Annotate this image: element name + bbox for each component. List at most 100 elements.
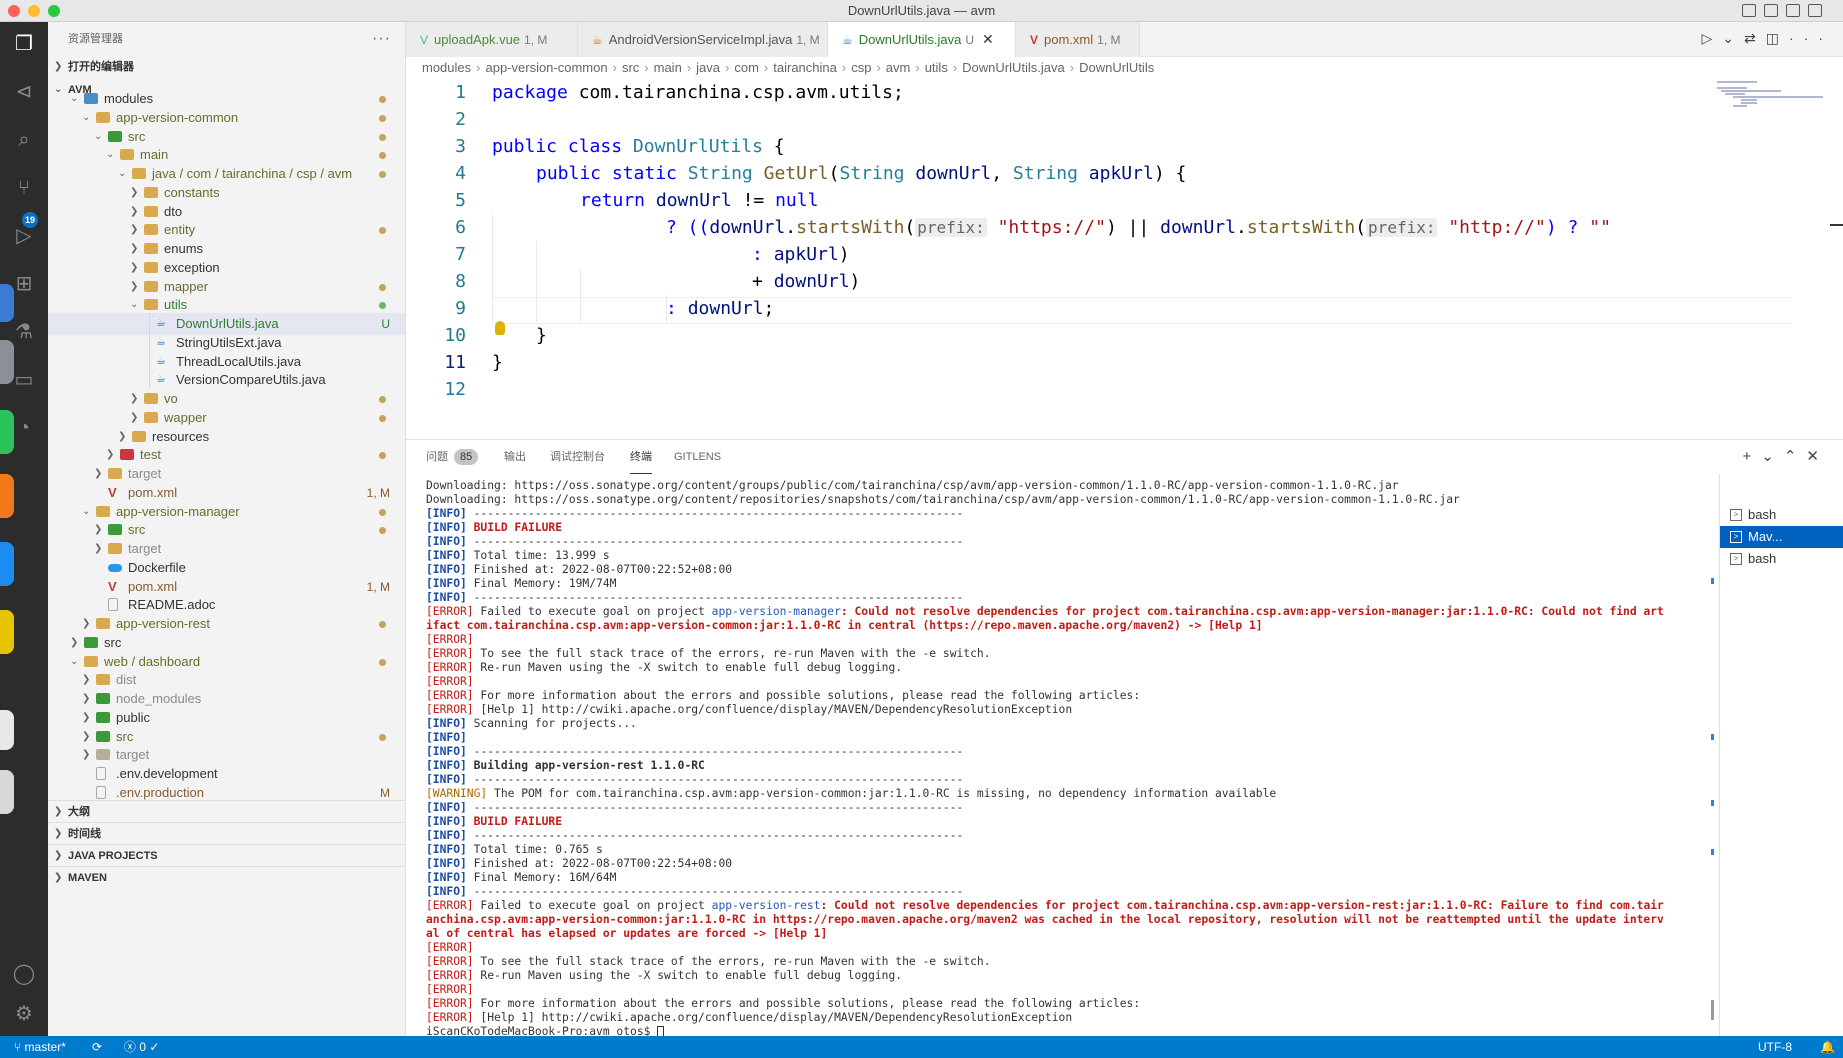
maximize-panel-icon[interactable]: ⌃: [1784, 448, 1807, 465]
folder-icon: [108, 543, 122, 554]
breadcrumb-item[interactable]: utils: [925, 60, 948, 75]
terminal-line: [INFO] Total time: 13.999 s: [426, 549, 1706, 563]
inlay-hint: prefix:: [1366, 218, 1438, 237]
compare-icon[interactable]: ⇄: [1744, 30, 1766, 46]
more-actions-icon[interactable]: ···: [1789, 30, 1833, 46]
code-editor[interactable]: 1 package com.tairanchina.csp.avm.utils; …: [406, 79, 1843, 439]
breadcrumb-item[interactable]: modules: [422, 60, 471, 75]
terminal-line: ifact com.tairanchina.csp.avm:app-versio…: [426, 619, 1706, 633]
search-icon[interactable]: ⌕: [12, 128, 36, 152]
source-control-icon[interactable]: ⑂: [12, 176, 36, 200]
tab-terminal[interactable]: 终端: [630, 440, 652, 474]
tab-debug-console[interactable]: 调试控制台: [550, 440, 605, 474]
vscode-icon[interactable]: ⊲: [12, 80, 36, 104]
log-level-tag: [INFO]: [426, 871, 467, 884]
bottom-panel: 问题 85 输出 调试控制台 终端 GITLENS +⌄⌃✕ Downloadin…: [406, 439, 1843, 1037]
terminal-line-text: The POM for com.tairanchina.csp.avm:app-…: [487, 787, 1277, 800]
breadcrumb-item[interactable]: src: [622, 60, 639, 75]
run-icon[interactable]: ▷⌄: [1702, 30, 1745, 46]
line-number: 6: [455, 217, 466, 238]
terminal-line: [ERROR] [Help 1] http://cwiki.apache.org…: [426, 1011, 1706, 1025]
breadcrumb: modules › app-version-common › src › main › java…: [406, 57, 1843, 79]
file-icon: [108, 598, 118, 612]
terminal-item-bash[interactable]: > bash: [1720, 504, 1843, 526]
terminal-line: [ERROR] Re-run Maven using the -X switch…: [426, 969, 1706, 983]
chevron-right-icon: ❯: [54, 872, 63, 883]
folder-icon: [144, 243, 158, 254]
close-tab-icon[interactable]: ✕: [982, 31, 994, 47]
settings-gear-icon[interactable]: ⚙: [12, 1002, 36, 1026]
new-terminal-icon[interactable]: +⌄: [1743, 448, 1784, 465]
breadcrumb-item[interactable]: csp: [851, 60, 871, 75]
terminal-line-text: Building app-version-rest 1.1.0-RC: [466, 759, 705, 772]
editor-scrollbar[interactable]: [1830, 224, 1843, 226]
breadcrumb-item[interactable]: main: [654, 60, 682, 75]
terminal-line-text: Downloading: https://oss.sonatype.org/co…: [426, 493, 1460, 506]
tab-androidversionserviceimpl[interactable]: ☕ AndroidVersionServiceImpl.java 1, M: [578, 22, 828, 57]
remote-explorer-icon[interactable]: ▭: [12, 368, 36, 392]
terminal-item-maven[interactable]: > Mav...: [1720, 526, 1843, 548]
terminal-scrollbar[interactable]: [1711, 1000, 1714, 1020]
testing-icon[interactable]: ⚗: [12, 320, 36, 344]
terminal-scroll-marker: [1711, 800, 1714, 806]
tab-downurlutils-java[interactable]: ☕ DownUrlUtils.java U ✕: [828, 22, 1016, 57]
breadcrumb-item[interactable]: java: [696, 60, 720, 75]
encoding-indicator[interactable]: UTF-8: [1758, 1036, 1792, 1058]
lightbulb-icon[interactable]: [495, 321, 505, 335]
toggle-panel-icon[interactable]: [1764, 4, 1778, 17]
terminal-item-bash[interactable]: > bash: [1720, 548, 1843, 570]
breadcrumb-item[interactable]: tairanchina: [773, 60, 837, 75]
terminal-line: al of central has elapsed or updates are…: [426, 927, 1706, 941]
terminal-output[interactable]: Downloading: https://oss.sonatype.org/co…: [406, 474, 1706, 1037]
timeline-section[interactable]: ❯ 时间线: [48, 822, 405, 844]
outline-section[interactable]: ❯ 大纲: [48, 800, 405, 822]
minimap[interactable]: [1715, 79, 1825, 439]
gitlens-icon[interactable]: ◔: [12, 416, 36, 440]
notifications-icon[interactable]: 🔔: [1820, 1036, 1835, 1058]
extensions-icon[interactable]: ⊞: [12, 272, 36, 296]
folder-icon: [144, 205, 158, 217]
error-message: : Could not resolve dependencies for pro…: [840, 605, 1664, 618]
explorer-icon[interactable]: ❐: [12, 32, 36, 56]
terminal-line-text: al of central has elapsed or updates are…: [426, 927, 828, 940]
tab-problems[interactable]: 问题 85: [426, 440, 479, 474]
tab-output[interactable]: 输出: [504, 440, 526, 474]
customize-layout-icon[interactable]: [1808, 4, 1822, 17]
terminal-line: [ERROR]: [426, 633, 1706, 647]
breadcrumb-item[interactable]: com: [734, 60, 759, 75]
account-icon[interactable]: ◯: [12, 962, 36, 986]
tab-gitlens[interactable]: GITLENS: [674, 440, 721, 474]
open-editors-section[interactable]: ❯ 打开的编辑器: [48, 56, 405, 78]
breadcrumb-item[interactable]: DownUrlUtils: [1079, 60, 1154, 75]
java-projects-section[interactable]: ❯ JAVA PROJECTS: [48, 844, 405, 866]
toggle-sidebar-icon[interactable]: [1742, 4, 1756, 17]
terminal-line: [ERROR] For more information about the e…: [426, 997, 1706, 1011]
line-number: 1: [455, 82, 466, 103]
maven-section[interactable]: ❯ MAVEN: [48, 866, 405, 888]
log-level-tag: [ERROR]: [426, 941, 474, 954]
folder-icon: [96, 730, 110, 742]
tab-uploadapk-vue[interactable]: VuploadApk.vue 1, M: [406, 22, 578, 57]
problems-indicator[interactable]: ⓧ 0 ✓: [124, 1036, 159, 1058]
tab-pom-xml[interactable]: Vpom.xml 1, M: [1016, 22, 1140, 57]
folder-icon: [84, 636, 98, 648]
breadcrumb-item[interactable]: app-version-common: [485, 60, 607, 75]
log-level-tag: [INFO]: [426, 591, 467, 604]
terminal-line-text: BUILD FAILURE: [466, 815, 563, 828]
breadcrumb-item[interactable]: avm: [886, 60, 911, 75]
run-debug-icon[interactable]: ▷: [12, 224, 36, 248]
more-actions-icon[interactable]: ···: [372, 22, 391, 56]
sync-icon[interactable]: ⟳: [92, 1036, 102, 1058]
breadcrumb-item[interactable]: DownUrlUtils.java: [962, 60, 1065, 75]
terminal-icon: >: [1730, 531, 1742, 543]
close-panel-icon[interactable]: ✕: [1806, 448, 1829, 465]
breadcrumb-separator-icon: ›: [841, 60, 847, 75]
split-editor-icon[interactable]: ◫: [1766, 30, 1789, 46]
line-number: 12: [444, 379, 466, 400]
log-level-tag: [INFO]: [426, 829, 467, 842]
toggle-secondary-sidebar-icon[interactable]: [1786, 4, 1800, 17]
log-level-tag: [INFO]: [426, 717, 467, 730]
terminal-line-text: [Help 1] http://cwiki.apache.org/conflue…: [473, 1011, 1073, 1024]
folder-icon: [96, 711, 110, 723]
branch-indicator[interactable]: ⑂ master*: [14, 1036, 66, 1058]
